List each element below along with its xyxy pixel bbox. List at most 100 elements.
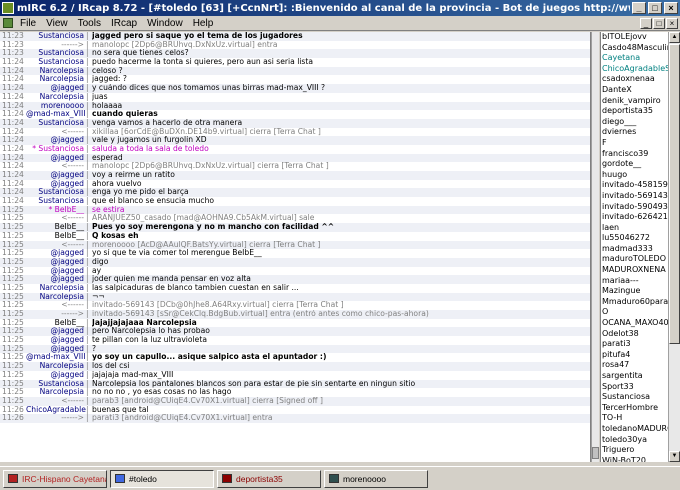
- chat-log[interactable]: 11:23 Sustanciosa | jagged pero si saque yo…: [0, 32, 591, 462]
- nick-list[interactable]: bITOLEjovvCasdo48MasculinoCayetanaChicoA…: [600, 32, 668, 462]
- chat-nick[interactable]: BeIbE__: [26, 319, 86, 328]
- nick-list-item[interactable]: Sustanciosa: [601, 392, 668, 403]
- chat-nick[interactable]: <------: [26, 241, 86, 250]
- nick-list-item[interactable]: DanteX: [601, 85, 668, 96]
- chat-nick[interactable]: ------>: [26, 41, 86, 50]
- chat-nick[interactable]: Sustanciosa: [26, 380, 86, 389]
- nick-list-item[interactable]: madmad333: [601, 244, 668, 255]
- chat-nick[interactable]: Narcolepsia: [26, 75, 86, 84]
- nick-list-item[interactable]: O: [601, 307, 668, 318]
- nick-list-item[interactable]: TercerHombre: [601, 403, 668, 414]
- menu-file[interactable]: File: [15, 18, 41, 29]
- chat-nick[interactable]: @jagged: [26, 371, 86, 380]
- switchbar-tab[interactable]: morenoooo: [324, 469, 428, 488]
- child-close-button[interactable]: ×: [666, 17, 678, 29]
- chat-nick[interactable]: @jagged: [26, 249, 86, 258]
- nick-list-item[interactable]: invitado-458159: [601, 180, 668, 191]
- nick-list-item[interactable]: francisco39: [601, 149, 668, 160]
- nick-list-item[interactable]: MADUROXNENA: [601, 265, 668, 276]
- nick-list-item[interactable]: lu55046272: [601, 233, 668, 244]
- menu-ircap[interactable]: IRcap: [106, 18, 142, 29]
- chat-nick[interactable]: Sustanciosa: [26, 119, 86, 128]
- chat-nick[interactable]: @mad-max_VIII: [26, 110, 86, 119]
- chat-nick[interactable]: BeIbE__: [26, 232, 86, 241]
- child-minimize-button[interactable]: _: [640, 17, 652, 29]
- nick-list-item[interactable]: Sport33: [601, 382, 668, 393]
- chat-nick[interactable]: * Sustanciosa: [26, 145, 86, 154]
- chat-nick[interactable]: ------>: [26, 414, 86, 423]
- chat-nick[interactable]: Narcolepsia: [26, 388, 86, 397]
- nick-list-item[interactable]: F: [601, 138, 668, 149]
- chat-nick[interactable]: Narcolepsia: [26, 67, 86, 76]
- menu-view[interactable]: View: [41, 18, 73, 29]
- chat-nick[interactable]: Narcolepsia: [26, 93, 86, 102]
- chat-nick[interactable]: Sustanciosa: [26, 32, 86, 41]
- nick-list-item[interactable]: deportista35: [601, 106, 668, 117]
- scroll-up-icon[interactable]: ▲: [669, 32, 680, 43]
- menu-help[interactable]: Help: [188, 18, 219, 29]
- chat-nick[interactable]: @jagged: [26, 336, 86, 345]
- nick-list-item[interactable]: csadoxnenaa: [601, 74, 668, 85]
- nick-list-item[interactable]: Triguero: [601, 445, 668, 456]
- maximize-button[interactable]: □: [648, 2, 662, 14]
- nick-list-item[interactable]: Mmaduro60paramadu: [601, 297, 668, 308]
- nick-list-item[interactable]: gordote__: [601, 159, 668, 170]
- chat-nick[interactable]: BeIbE__: [26, 223, 86, 232]
- chat-nick[interactable]: Sustanciosa: [26, 197, 86, 206]
- nick-scroll-thumb[interactable]: [669, 44, 680, 344]
- chat-nick[interactable]: @jagged: [26, 267, 86, 276]
- chat-nick[interactable]: @jagged: [26, 258, 86, 267]
- chat-nick[interactable]: <------: [26, 162, 86, 171]
- nick-list-item[interactable]: huugo: [601, 170, 668, 181]
- switchbar-tab[interactable]: #toledo: [110, 469, 214, 488]
- nick-list-item[interactable]: invitado-569143: [601, 191, 668, 202]
- switchbar-tab[interactable]: deportista35: [217, 469, 321, 488]
- close-button[interactable]: ×: [664, 2, 678, 14]
- chat-nick[interactable]: @jagged: [26, 180, 86, 189]
- chat-nick[interactable]: <------: [26, 301, 86, 310]
- nick-list-item[interactable]: denik_vampiro: [601, 96, 668, 107]
- nick-list-item[interactable]: sargentita: [601, 371, 668, 382]
- nick-list-item[interactable]: ChicoAgradableSoyy: [601, 64, 668, 75]
- nick-list-item[interactable]: laen: [601, 223, 668, 234]
- nick-list-item[interactable]: bITOLEjovv: [601, 32, 668, 43]
- chat-nick[interactable]: <------: [26, 128, 86, 137]
- nick-list-item[interactable]: diego___: [601, 117, 668, 128]
- child-maximize-button[interactable]: □: [653, 17, 665, 29]
- chat-nick[interactable]: @jagged: [26, 136, 86, 145]
- chat-nick[interactable]: ------>: [26, 310, 86, 319]
- chat-nick[interactable]: morenoooo: [26, 102, 86, 111]
- nick-list-item[interactable]: toledanoMADURO: [601, 424, 668, 435]
- nick-list-item[interactable]: parati3: [601, 339, 668, 350]
- nick-list-item[interactable]: Casdo48Masculino: [601, 43, 668, 54]
- switchbar-tab[interactable]: IRC-Hispano Cayetana: [3, 469, 107, 488]
- menu-window[interactable]: Window: [142, 18, 188, 29]
- chat-nick[interactable]: @mad-max_VIII: [26, 353, 86, 362]
- chat-nick[interactable]: * BeIbE__: [26, 206, 86, 215]
- chat-nick[interactable]: <------: [26, 214, 86, 223]
- nick-list-item[interactable]: Odelot38: [601, 329, 668, 340]
- chat-nick[interactable]: <------: [26, 397, 86, 406]
- chat-nick[interactable]: @jagged: [26, 84, 86, 93]
- nick-list-item[interactable]: rosa47: [601, 360, 668, 371]
- nick-list-item[interactable]: invitado-626421: [601, 212, 668, 223]
- chat-nick[interactable]: @jagged: [26, 171, 86, 180]
- nick-list-item[interactable]: toledo30ya: [601, 435, 668, 446]
- nick-list-item[interactable]: Cayetana: [601, 53, 668, 64]
- chat-nick[interactable]: ChicoAgradableSoyy: [26, 406, 86, 415]
- nick-list-scrollbar[interactable]: ▲ ▼: [668, 32, 680, 462]
- nick-list-item[interactable]: dviernes: [601, 127, 668, 138]
- channel-window-icon[interactable]: [3, 18, 13, 28]
- chat-scroll-thumb[interactable]: [592, 447, 599, 459]
- minimize-button[interactable]: _: [632, 2, 646, 14]
- chat-nick[interactable]: Narcolepsia: [26, 362, 86, 371]
- chat-nick[interactable]: @jagged: [26, 327, 86, 336]
- nick-list-item[interactable]: TO-H: [601, 413, 668, 424]
- chat-nick[interactable]: @jagged: [26, 275, 86, 284]
- chat-scrollbar[interactable]: [591, 32, 599, 462]
- nick-list-item[interactable]: pitufa4: [601, 350, 668, 361]
- chat-nick[interactable]: Narcolepsia: [26, 293, 86, 302]
- nick-list-item[interactable]: OCANA_MAXO40: [601, 318, 668, 329]
- chat-nick[interactable]: @jagged: [26, 154, 86, 163]
- chat-nick[interactable]: Narcolepsia: [26, 284, 86, 293]
